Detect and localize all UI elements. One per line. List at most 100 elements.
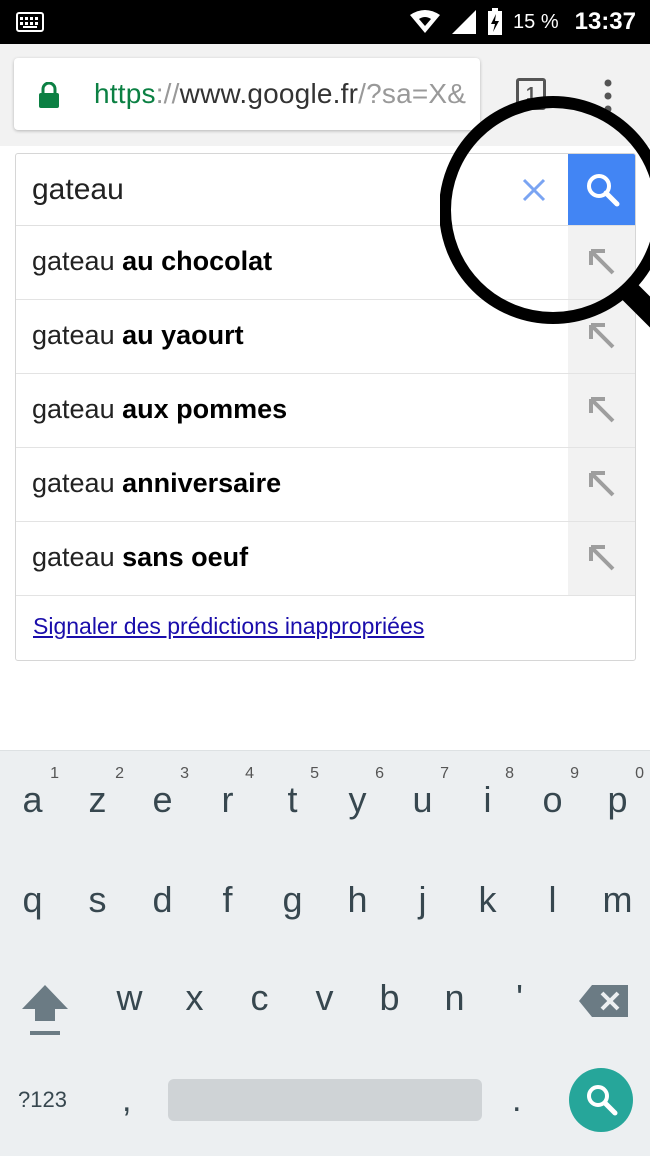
search-input[interactable]	[32, 168, 502, 212]
suggestion-text: gateau anniversaire	[32, 468, 281, 499]
battery-charging-icon	[488, 8, 503, 35]
suggestion-text: gateau sans oeuf	[32, 542, 248, 573]
suggestion-prefix: gateau	[32, 542, 123, 572]
key-label: g	[282, 879, 303, 920]
key-p[interactable]: 0p	[585, 751, 650, 841]
screen: 15 % 13:37 https://www.google.fr/?sa=X& …	[0, 0, 650, 1156]
arrow-up-left-icon	[589, 397, 615, 423]
key-j[interactable]: j	[390, 851, 455, 941]
key-e[interactable]: 3e	[130, 751, 195, 841]
url-path: /?sa=X&	[358, 78, 467, 109]
url-bar[interactable]: https://www.google.fr/?sa=X&	[14, 58, 480, 130]
comma-key[interactable]: ,	[122, 1081, 131, 1120]
url-scheme: https	[94, 78, 156, 109]
more-vert-icon[interactable]	[598, 78, 618, 114]
key-a[interactable]: 1a	[0, 751, 65, 841]
key-y[interactable]: 6y	[325, 751, 390, 841]
suggestion-item[interactable]: gateau sans oeuf	[16, 522, 635, 596]
period-key[interactable]: .	[512, 1081, 521, 1120]
keyboard-search-button[interactable]	[569, 1068, 633, 1132]
key-label: q	[22, 879, 43, 920]
key-apostrophe[interactable]: '	[487, 949, 552, 1039]
search-icon	[587, 174, 620, 207]
key-label: x	[185, 977, 204, 1018]
key-label: n	[444, 977, 465, 1018]
key-n[interactable]: n	[422, 949, 487, 1039]
arrow-up-left-icon	[589, 249, 615, 275]
suggestion-item[interactable]: gateau anniversaire	[16, 448, 635, 522]
suggestion-fill-button[interactable]	[568, 300, 635, 373]
key-x[interactable]: x	[162, 949, 227, 1039]
key-label: p	[607, 779, 628, 820]
suggestion-item[interactable]: gateau au yaourt	[16, 300, 635, 374]
keyboard-icon	[16, 12, 44, 32]
key-l[interactable]: l	[520, 851, 585, 941]
key-label: u	[412, 779, 433, 820]
key-label: w	[116, 977, 143, 1018]
key-f[interactable]: f	[195, 851, 260, 941]
space-key[interactable]	[168, 1079, 482, 1121]
suggestion-completion: sans oeuf	[122, 542, 249, 572]
key-label: b	[379, 977, 400, 1018]
browser-toolbar: https://www.google.fr/?sa=X& 1	[0, 44, 650, 146]
suggestion-text: gateau au chocolat	[32, 246, 272, 277]
tab-switcher-button[interactable]: 1	[516, 78, 546, 110]
key-label: j	[418, 879, 427, 920]
key-label: d	[152, 879, 173, 920]
key-m[interactable]: m	[585, 851, 650, 941]
key-t[interactable]: 5t	[260, 751, 325, 841]
arrow-up-left-icon	[589, 323, 615, 349]
url-text: https://www.google.fr/?sa=X&	[94, 78, 466, 110]
key-label: a	[22, 779, 43, 820]
key-g[interactable]: g	[260, 851, 325, 941]
key-label: c	[250, 977, 269, 1018]
search-button[interactable]	[568, 154, 635, 225]
battery-percent: 15 %	[513, 10, 559, 33]
key-q[interactable]: q	[0, 851, 65, 941]
key-c[interactable]: c	[227, 949, 292, 1039]
report-predictions-link[interactable]: Signaler des prédictions inappropriées	[33, 613, 424, 640]
key-h[interactable]: h	[325, 851, 390, 941]
key-s[interactable]: s	[65, 851, 130, 941]
key-i[interactable]: 8i	[455, 751, 520, 841]
arrow-up-left-icon	[589, 471, 615, 497]
url-host: www.google.fr	[179, 78, 359, 109]
lock-icon	[39, 82, 59, 108]
suggestion-completion: anniversaire	[122, 468, 282, 498]
key-o[interactable]: 9o	[520, 751, 585, 841]
key-label: s	[88, 879, 107, 920]
key-b[interactable]: b	[357, 949, 422, 1039]
key-label: v	[315, 977, 334, 1018]
key-label: y	[348, 779, 367, 820]
key-w[interactable]: w	[97, 949, 162, 1039]
key-label: k	[478, 879, 497, 920]
suggestion-fill-button[interactable]	[568, 448, 635, 521]
key-d[interactable]: d	[130, 851, 195, 941]
key-r[interactable]: 4r	[195, 751, 260, 841]
suggestion-item[interactable]: gateau au chocolat	[16, 226, 635, 300]
clear-icon[interactable]	[514, 170, 554, 210]
backspace-icon[interactable]	[578, 983, 630, 1019]
shift-icon[interactable]	[18, 979, 72, 1039]
search-icon	[587, 1085, 618, 1116]
key-z[interactable]: 2z	[65, 751, 130, 841]
wifi-icon	[410, 10, 441, 33]
key-v[interactable]: v	[292, 949, 357, 1039]
key-label: m	[602, 879, 633, 920]
symbols-key[interactable]: ?123	[18, 1087, 67, 1113]
key-k[interactable]: k	[455, 851, 520, 941]
suggestion-prefix: gateau	[32, 320, 123, 350]
key-u[interactable]: 7u	[390, 751, 455, 841]
suggestion-text: gateau aux pommes	[32, 394, 287, 425]
search-panel: gateau au chocolat gateau au yaourt gate…	[15, 153, 636, 661]
clock: 13:37	[574, 8, 636, 35]
suggestion-fill-button[interactable]	[568, 226, 635, 299]
key-label: e	[152, 779, 173, 820]
key-label: t	[287, 779, 298, 820]
suggestion-prefix: gateau	[32, 394, 123, 424]
status-bar: 15 % 13:37	[0, 0, 650, 44]
suggestion-fill-button[interactable]	[568, 374, 635, 447]
suggestion-prefix: gateau	[32, 246, 123, 276]
suggestion-item[interactable]: gateau aux pommes	[16, 374, 635, 448]
suggestion-fill-button[interactable]	[568, 522, 635, 595]
